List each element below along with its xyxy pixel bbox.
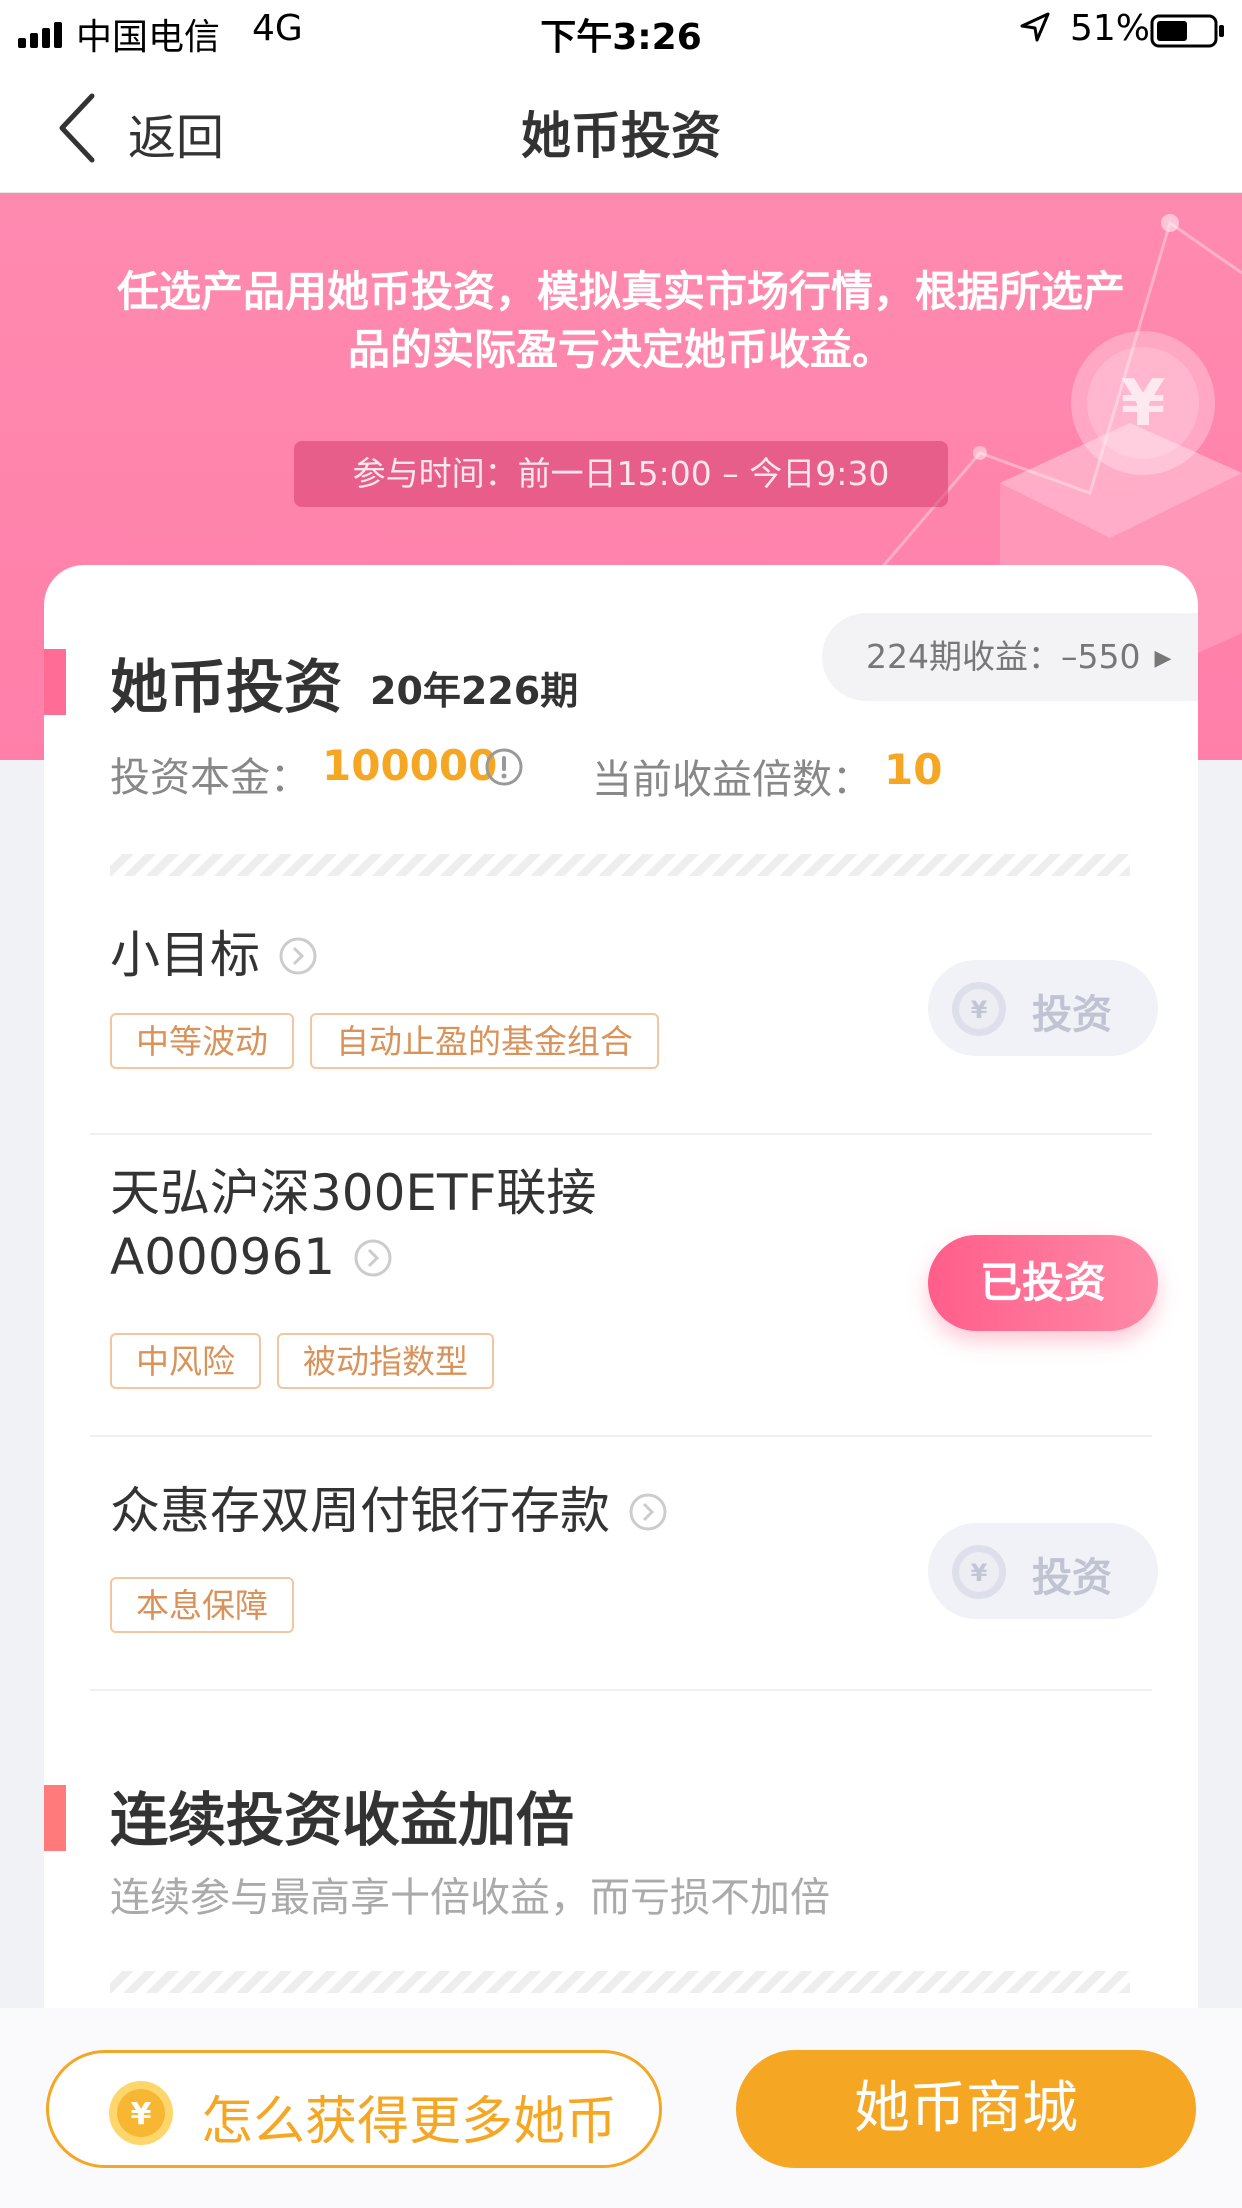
principal-label: 投资本金： <box>110 755 310 801</box>
gold-coin-icon: ¥ <box>107 2079 175 2151</box>
product-tags: 本息保障 <box>110 1577 310 1633</box>
product-tags: 中风险 被动指数型 <box>110 1333 510 1389</box>
product-tag: 本息保障 <box>110 1577 294 1633</box>
product-name-text: 众惠存双周付银行存款 <box>110 1482 610 1540</box>
product-name-text: 小目标 <box>110 926 260 984</box>
navigation-bar: 返回 她币投资 <box>0 62 1242 193</box>
product-tag: 中风险 <box>110 1333 261 1389</box>
caret-right-icon: ▶ <box>1154 645 1172 671</box>
coin-icon: ¥ <box>950 1543 1008 1611</box>
invest-button[interactable]: ¥ 投资 <box>928 960 1158 1056</box>
svg-text:¥: ¥ <box>131 2097 152 2132</box>
product-tag: 中等波动 <box>110 1013 294 1069</box>
page-title: 她币投资 <box>521 107 721 165</box>
product-item[interactable]: 众惠存双周付银行存款 本息保障 ¥ 投资 <box>90 1437 1158 1691</box>
product-item[interactable]: 小目标 中等波动 自动止盈的基金组合 ¥ 投资 <box>90 905 1158 1135</box>
investment-card: 她币投资 20年226期 224期收益：–550 ▶ 投资本金： 100000 当… <box>44 565 1198 2065</box>
more-coins-label: 怎么获得更多她币 <box>201 2092 618 2152</box>
investment-period: 20年226期 <box>370 669 579 713</box>
svg-text:¥: ¥ <box>971 996 988 1024</box>
svg-text:¥: ¥ <box>971 1559 988 1587</box>
product-name-line1: 天弘沪深300ETF联接 <box>110 1164 597 1222</box>
location-arrow-icon <box>1018 10 1052 53</box>
section-marker <box>44 1785 66 1851</box>
invest-button[interactable]: ¥ 投资 <box>928 1523 1158 1619</box>
invest-button-label: 投资 <box>1032 992 1112 1038</box>
product-name[interactable]: 天弘沪深300ETF联接 A000961 <box>110 1161 596 1293</box>
investment-title: 她币投资 <box>110 653 343 721</box>
chevron-circle-right-icon <box>353 1229 393 1293</box>
continuous-title: 连续投资收益加倍 <box>110 1786 575 1854</box>
battery-percent: 51% <box>1070 8 1151 49</box>
principal-value: 100000 <box>322 741 498 790</box>
invested-button[interactable]: 已投资 <box>928 1235 1158 1331</box>
product-name[interactable]: 众惠存双周付银行存款 <box>110 1479 668 1547</box>
bottom-action-bar: ¥ 怎么获得更多她币 她币商城 <box>0 2008 1242 2208</box>
invest-button-label: 投资 <box>1032 1555 1112 1601</box>
product-name-line2: A000961 <box>110 1228 336 1286</box>
chevron-circle-right-icon <box>628 1483 668 1547</box>
product-name[interactable]: 小目标 <box>110 923 318 991</box>
coin-mall-button[interactable]: 她币商城 <box>736 2050 1196 2168</box>
section-marker <box>44 649 66 715</box>
previous-return-text: 224期收益：–550 <box>866 637 1141 676</box>
multiplier-label: 当前收益倍数： <box>592 757 872 803</box>
coin-icon: ¥ <box>950 980 1008 1048</box>
continuous-subtitle: 连续参与最高享十倍收益，而亏损不加倍 <box>110 1875 830 1921</box>
product-tag: 自动止盈的基金组合 <box>310 1013 659 1069</box>
participation-time: 参与时间：前一日15:00 – 今日9:30 <box>294 441 948 507</box>
product-tags: 中等波动 自动止盈的基金组合 <box>110 1013 675 1069</box>
previous-return-link[interactable]: 224期收益：–550 ▶ <box>822 613 1198 701</box>
banner-description: 任选产品用她币投资，模拟真实市场行情，根据所选产品的实际盈亏决定她币收益。 <box>116 267 1125 374</box>
info-icon[interactable] <box>484 747 524 791</box>
product-tag: 被动指数型 <box>277 1333 494 1389</box>
divider-hatch <box>110 1971 1130 1993</box>
chevron-circle-right-icon <box>278 927 318 991</box>
product-item[interactable]: 天弘沪深300ETF联接 A000961 中风险 被动指数型 已投资 <box>90 1135 1158 1437</box>
more-coins-button[interactable]: ¥ 怎么获得更多她币 <box>46 2050 662 2168</box>
multiplier-value: 10 <box>884 745 943 794</box>
clock: 下午3:26 <box>540 17 702 58</box>
battery-icon <box>1150 14 1226 57</box>
divider-hatch <box>110 854 1130 876</box>
status-bar: 中国电信 4G 下午3:26 51% <box>0 0 1242 62</box>
